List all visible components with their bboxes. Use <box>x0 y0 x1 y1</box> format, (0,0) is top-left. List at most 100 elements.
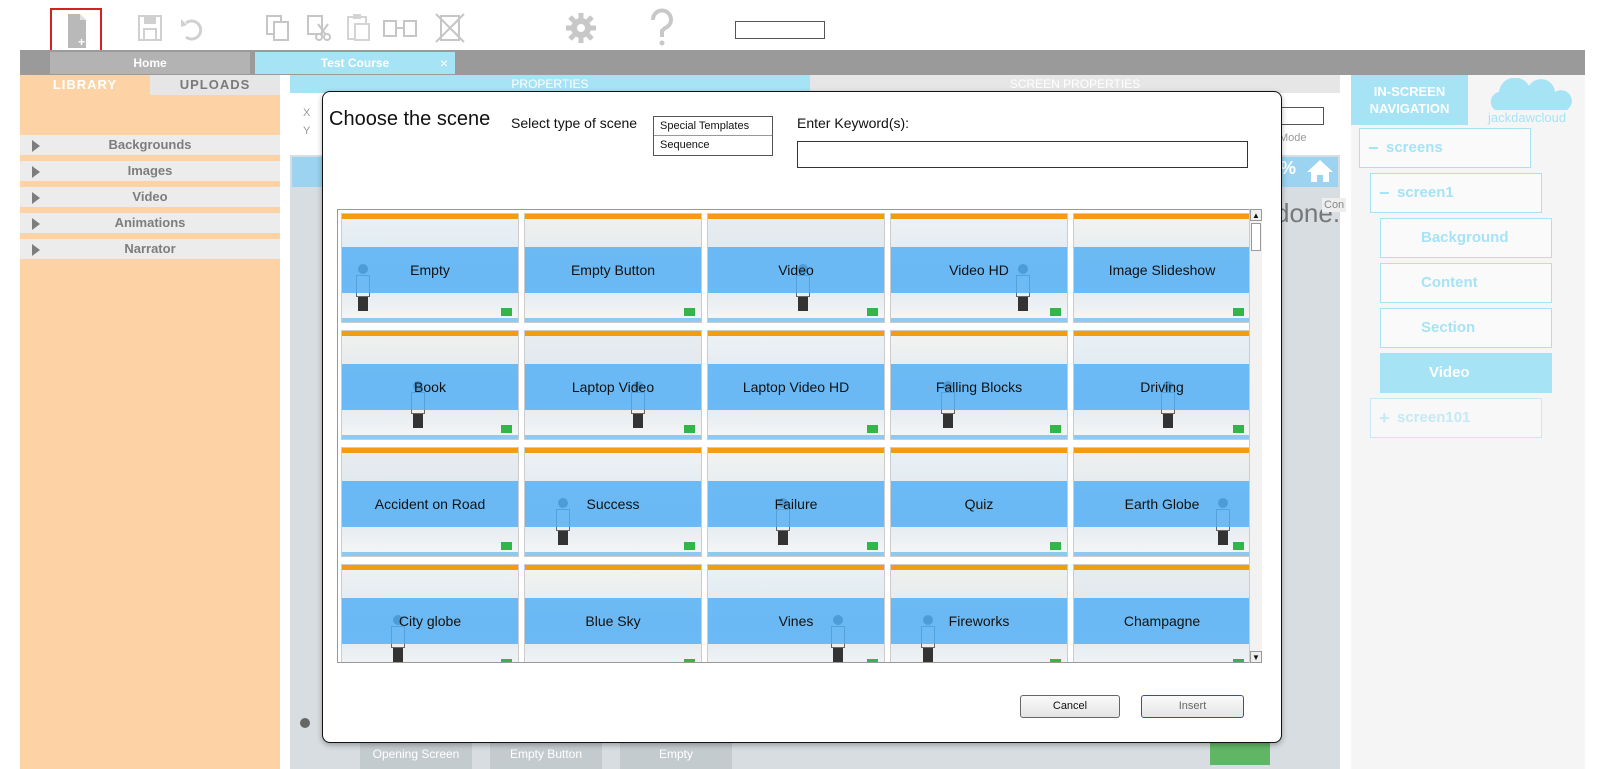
toolbar-text-field[interactable] <box>735 21 825 39</box>
next-arrow-icon <box>501 542 512 550</box>
tab-library[interactable]: LIBRARY <box>20 75 150 95</box>
delete-icon <box>435 13 465 43</box>
tile-footer-line <box>525 318 701 322</box>
scene-tile[interactable]: Fireworks <box>890 564 1068 662</box>
library-item-label: Images <box>127 163 173 178</box>
scene-tile-label: Blue Sky <box>585 613 641 629</box>
scrollbar-thumb[interactable] <box>1251 223 1261 251</box>
screen-thumbnail-strip: Opening Screen Empty Button Empty <box>360 740 732 769</box>
scene-type-option[interactable]: Sequence <box>654 136 772 155</box>
tile-header-stripe <box>1074 331 1250 336</box>
library-item-images[interactable]: Images <box>20 161 280 181</box>
nav-item-content[interactable]: Content <box>1380 263 1552 303</box>
nav-item-screens[interactable]: − screens <box>1359 128 1531 168</box>
screen-thumbnail[interactable]: Empty Button <box>490 740 602 769</box>
scene-tile[interactable]: Laptop Video <box>524 330 702 440</box>
tile-header-stripe <box>708 331 884 336</box>
duplicate-button[interactable] <box>380 8 420 48</box>
scene-tile[interactable]: Quiz <box>890 447 1068 557</box>
tile-footer-line <box>708 318 884 322</box>
scene-tile[interactable]: Success <box>524 447 702 557</box>
next-arrow-icon <box>684 659 695 662</box>
new-document-button[interactable]: + <box>50 8 102 56</box>
scene-tile-label: Champagne <box>1123 613 1201 629</box>
home-icon[interactable] <box>1305 158 1335 184</box>
scene-tile[interactable]: Empty Button <box>524 213 702 323</box>
scene-grid: Empty Empty Button Video Video HD Image Slid… <box>337 209 1262 663</box>
nav-item-section[interactable]: Section <box>1380 308 1552 348</box>
scroll-up-icon[interactable]: ▲ <box>1250 209 1262 221</box>
next-arrow-icon <box>867 659 878 662</box>
insert-button[interactable]: Insert <box>1141 695 1244 718</box>
scene-tile[interactable]: City globe <box>341 564 519 662</box>
next-arrow-icon <box>867 308 878 316</box>
expand-arrow-icon <box>32 218 40 230</box>
screen-thumbnail[interactable]: Empty <box>620 740 732 769</box>
expand-arrow-icon <box>32 192 40 204</box>
undo-button[interactable] <box>172 8 212 48</box>
scene-type-option[interactable]: Special Templates <box>654 117 772 136</box>
help-icon <box>651 8 673 46</box>
scene-tile[interactable]: Video HD <box>890 213 1068 323</box>
nav-item-label: Video <box>1429 364 1470 381</box>
scene-grid-scrollbar[interactable]: ▲ ▼ <box>1249 209 1262 663</box>
scene-tile-label: Driving <box>1140 379 1184 395</box>
nav-item-screen1[interactable]: − screen1 <box>1370 173 1542 213</box>
tab-test-course[interactable]: Test Course <box>255 52 455 74</box>
scene-tile[interactable]: Video <box>707 213 885 323</box>
next-arrow-icon <box>867 542 878 550</box>
scene-tile[interactable]: Image Slideshow <box>1073 213 1251 323</box>
library-item-video[interactable]: Video <box>20 187 280 207</box>
tile-header-stripe <box>525 214 701 219</box>
tile-footer-line <box>1074 318 1250 322</box>
tab-uploads[interactable]: UPLOADS <box>150 75 280 95</box>
library-item-backgrounds[interactable]: Backgrounds <box>20 135 280 155</box>
keyword-input[interactable] <box>797 141 1248 168</box>
scene-tile-label: Laptop Video HD <box>742 379 850 395</box>
nav-item-video[interactable]: Video <box>1380 353 1552 393</box>
cut-button[interactable] <box>298 8 338 48</box>
nav-item-label: screens <box>1386 139 1443 156</box>
scene-tile[interactable]: Blue Sky <box>524 564 702 662</box>
nav-item-screen101[interactable]: + screen101 <box>1370 398 1542 438</box>
scene-tile[interactable]: Failure <box>707 447 885 557</box>
close-icon[interactable]: × <box>435 52 453 74</box>
tile-footer-line <box>342 435 518 439</box>
scene-tile[interactable]: Champagne <box>1073 564 1251 662</box>
copy-icon <box>266 15 289 41</box>
tab-home[interactable]: Home <box>50 52 250 74</box>
scene-tile[interactable]: Accident on Road <box>341 447 519 557</box>
property-field[interactable] <box>1280 107 1324 125</box>
scene-tile[interactable]: Vines <box>707 564 885 662</box>
next-arrow-icon <box>1233 308 1244 316</box>
cancel-button[interactable]: Cancel <box>1020 695 1120 718</box>
nav-item-background[interactable]: Background <box>1380 218 1552 258</box>
tile-footer-line <box>891 318 1067 322</box>
help-button[interactable] <box>642 8 682 48</box>
collapse-icon: − <box>1368 138 1379 158</box>
scene-tile[interactable]: Earth Globe <box>1073 447 1251 557</box>
settings-button[interactable] <box>561 8 601 48</box>
scene-tile[interactable]: Laptop Video HD <box>707 330 885 440</box>
next-arrow-icon <box>1050 425 1061 433</box>
library-item-animations[interactable]: Animations <box>20 213 280 233</box>
scene-type-list[interactable]: Special Templates Sequence <box>653 116 773 156</box>
library-item-label: Narrator <box>124 241 176 256</box>
scene-tile[interactable]: Empty <box>341 213 519 323</box>
next-arrow-icon <box>684 425 695 433</box>
screen-thumbnail[interactable]: Opening Screen <box>360 740 472 769</box>
save-icon <box>138 15 162 41</box>
canvas-button[interactable]: Con <box>1322 198 1347 212</box>
tile-header-stripe <box>708 448 884 453</box>
scroll-down-icon[interactable]: ▼ <box>1250 651 1262 663</box>
copy-button[interactable] <box>258 8 298 48</box>
scene-tile[interactable]: Driving <box>1073 330 1251 440</box>
tile-header-stripe <box>342 448 518 453</box>
save-button[interactable] <box>130 8 170 48</box>
delete-button[interactable] <box>430 8 470 48</box>
keyword-label: Enter Keyword(s): <box>797 115 910 131</box>
scene-tile[interactable]: Book <box>341 330 519 440</box>
library-item-narrator[interactable]: Narrator <box>20 239 280 259</box>
scene-tile[interactable]: Falling Blocks <box>890 330 1068 440</box>
paste-button[interactable] <box>338 8 378 48</box>
